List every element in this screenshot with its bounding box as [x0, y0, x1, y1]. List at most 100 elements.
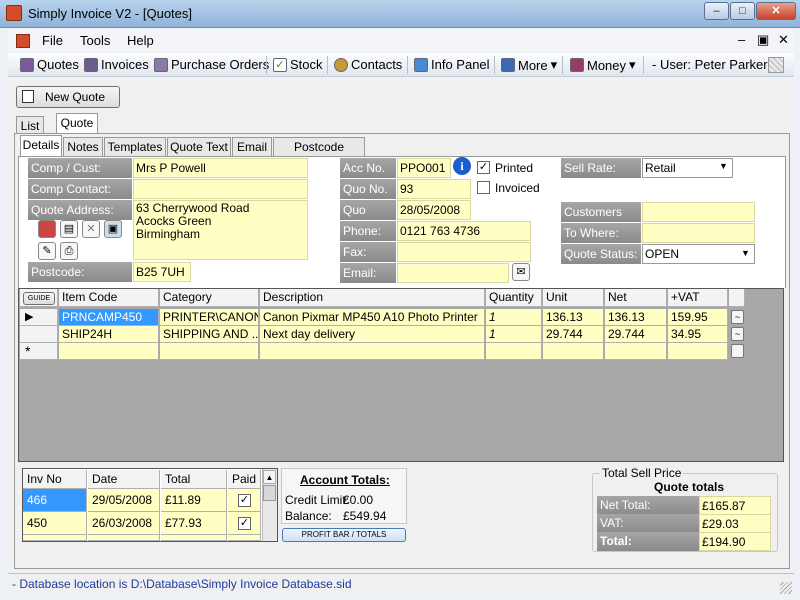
invoices-header-paid[interactable]: Paid: [228, 470, 261, 489]
info-icon[interactable]: i: [453, 157, 471, 175]
customers-po-field[interactable]: [642, 202, 755, 222]
profit-bar-totals-button[interactable]: PROFIT BAR / TOTALS: [282, 528, 406, 542]
table-cell[interactable]: £77.93: [161, 512, 227, 535]
menu-help[interactable]: Help: [127, 33, 154, 48]
tab-quote[interactable]: Quote: [56, 113, 98, 135]
table-cell[interactable]: ✓: [228, 512, 261, 535]
toolbar-purchase-orders-button[interactable]: Purchase Orders: [154, 57, 269, 72]
grid-header-item-code[interactable]: Item Code: [59, 289, 159, 307]
tab-notes[interactable]: Notes: [63, 137, 103, 157]
print-icon[interactable]: ⎙: [60, 242, 78, 260]
maximize-button[interactable]: □: [730, 2, 755, 20]
menu-file[interactable]: File: [42, 33, 63, 48]
invoices-header-date[interactable]: Date: [88, 470, 160, 489]
table-cell[interactable]: Next day delivery: [260, 326, 485, 343]
toolbar-info-panel-button[interactable]: Info Panel: [414, 57, 490, 72]
comp-cust-field[interactable]: Mrs P Powell: [133, 158, 308, 178]
email-field[interactable]: [397, 263, 509, 283]
grid-header-category[interactable]: Category: [160, 289, 259, 307]
table-cell[interactable]: [605, 343, 667, 360]
table-cell[interactable]: [160, 343, 259, 360]
acc-no-field[interactable]: PPO001: [397, 158, 451, 178]
table-cell[interactable]: SHIPPING AND ...: [160, 326, 259, 343]
table-cell[interactable]: 450: [23, 512, 87, 535]
paid-checkbox[interactable]: ✓: [238, 494, 251, 507]
table-cell[interactable]: 136.13: [605, 309, 667, 326]
table-cell[interactable]: 29/05/2008: [88, 489, 160, 512]
table-cell[interactable]: PRINTER\CANON: [160, 309, 259, 326]
mdi-minimize-button[interactable]: –: [738, 32, 745, 47]
current-row-indicator-icon[interactable]: ▶: [20, 309, 58, 326]
table-cell[interactable]: [668, 343, 728, 360]
table-cell[interactable]: [59, 343, 159, 360]
table-cell[interactable]: 26/03/2008: [88, 512, 160, 535]
table-row[interactable]: [161, 535, 227, 541]
table-cell[interactable]: 29.744: [543, 326, 604, 343]
table-row[interactable]: [228, 535, 261, 541]
grid-header-unit[interactable]: Unit: [543, 289, 604, 307]
resize-grip-icon[interactable]: [780, 582, 792, 594]
address-book-icon[interactable]: ▣: [104, 220, 122, 238]
send-email-icon[interactable]: ✉: [512, 263, 530, 281]
postcode-field[interactable]: B25 7UH: [133, 262, 191, 282]
guide-button[interactable]: GUIDE: [23, 292, 55, 305]
table-row[interactable]: [23, 535, 87, 541]
quote-status-select[interactable]: OPEN: [642, 244, 755, 264]
row-action-button[interactable]: ~: [731, 310, 744, 324]
tab-quote-text[interactable]: Quote Text: [167, 137, 231, 157]
mdi-restore-button[interactable]: ▣: [757, 32, 769, 48]
comp-contact-field[interactable]: [133, 179, 308, 199]
minimize-button[interactable]: –: [704, 2, 729, 20]
row-action-button[interactable]: [731, 344, 744, 358]
table-row[interactable]: [88, 535, 160, 541]
invoiced-checkbox[interactable]: [477, 181, 490, 194]
table-cell[interactable]: 466: [23, 489, 87, 512]
fax-field[interactable]: [397, 242, 531, 262]
close-button[interactable]: ✕: [756, 2, 796, 20]
scroll-thumb[interactable]: [263, 485, 276, 501]
person-lookup-icon[interactable]: [38, 220, 56, 238]
row-header[interactable]: [20, 326, 58, 343]
mdi-app-icon[interactable]: [16, 34, 30, 48]
printed-checkbox[interactable]: ✓: [477, 161, 490, 174]
grid-header-description[interactable]: Description: [260, 289, 485, 307]
quote-address-field[interactable]: 63 Cherrywood Road Acocks Green Birmingh…: [133, 200, 308, 260]
table-cell[interactable]: 29.744: [605, 326, 667, 343]
quo-date-field[interactable]: 28/05/2008: [397, 200, 471, 220]
table-cell[interactable]: ✓: [228, 489, 261, 512]
row-action-button[interactable]: ~: [731, 327, 744, 341]
clear-icon[interactable]: ✕: [82, 220, 100, 238]
tab-templates[interactable]: Templates: [104, 137, 166, 157]
table-cell[interactable]: SHIP24H: [59, 326, 159, 343]
table-cell[interactable]: 136.13: [543, 309, 604, 326]
tab-email[interactable]: Email: [232, 137, 272, 157]
tab-details[interactable]: Details: [20, 135, 62, 157]
grid-header-quantity[interactable]: Quantity: [486, 289, 542, 307]
table-cell[interactable]: 159.95: [668, 309, 728, 326]
menu-tools[interactable]: Tools: [80, 33, 110, 48]
paid-checkbox[interactable]: ✓: [238, 517, 251, 530]
invoices-header-inv-no[interactable]: Inv No: [23, 470, 87, 489]
edit-pencil-icon[interactable]: ✎: [38, 242, 56, 260]
table-cell[interactable]: [260, 343, 485, 360]
grid-header-net[interactable]: Net: [605, 289, 667, 307]
toolbar-more-button[interactable]: More ▾: [501, 57, 557, 73]
toolbar-contacts-button[interactable]: Contacts: [334, 57, 402, 72]
table-cell[interactable]: [486, 343, 542, 360]
toolbar-money-button[interactable]: Money ▾: [570, 57, 636, 73]
table-cell[interactable]: 34.95: [668, 326, 728, 343]
scroll-up-icon[interactable]: ▲: [263, 470, 276, 484]
table-cell[interactable]: 1: [486, 326, 542, 343]
toolbar-invoices-button[interactable]: Invoices: [84, 57, 149, 72]
table-cell[interactable]: PRNCAMP450: [59, 309, 159, 326]
card-icon[interactable]: ▤: [60, 220, 78, 238]
table-cell[interactable]: Canon Pixmar MP450 A10 Photo Printer: [260, 309, 485, 326]
quo-no-field[interactable]: 93: [397, 179, 471, 199]
grid-header-vat[interactable]: +VAT: [668, 289, 728, 307]
toolbar-stock-button[interactable]: ✓ Stock: [273, 57, 323, 72]
table-cell[interactable]: [543, 343, 604, 360]
phone-field[interactable]: 0121 763 4736: [397, 221, 531, 241]
to-where-field[interactable]: [642, 223, 755, 243]
invoices-header-total[interactable]: Total: [161, 470, 227, 489]
mdi-close-button[interactable]: ✕: [778, 32, 789, 48]
